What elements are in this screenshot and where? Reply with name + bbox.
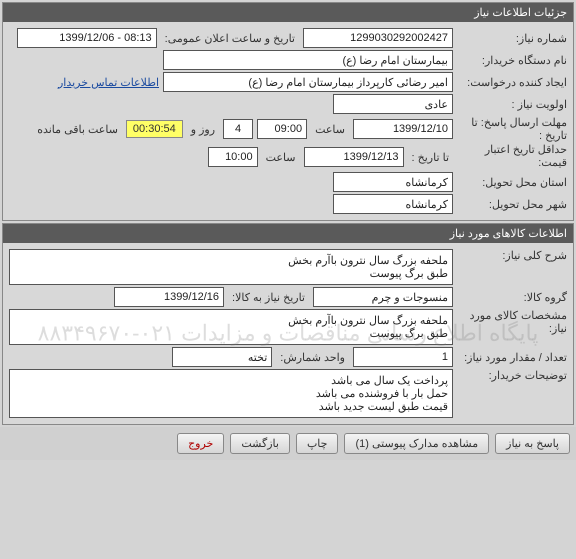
spec-value: ملحفه بزرگ سال نترون باآرم بخش طبق برگ پ…: [9, 309, 453, 345]
reply-button[interactable]: پاسخ به نیاز: [495, 433, 570, 454]
group-date-value: [114, 287, 224, 307]
panel1-title: جزئیات اطلاعات نیاز: [3, 3, 573, 22]
buyer-name-label: نام دستگاه خریدار:: [457, 54, 567, 67]
row-deadline: مهلت ارسال پاسخ: تا تاریخ : ساعت روز و 0…: [9, 116, 567, 142]
province-value: [333, 172, 453, 192]
row-qty: تعداد / مقدار مورد نیاز: واحد شمارش:: [9, 347, 567, 367]
deadline-label: مهلت ارسال پاسخ: تا تاریخ :: [457, 116, 567, 142]
deadline-saat: ساعت: [311, 123, 349, 136]
exit-button[interactable]: خروج: [177, 433, 224, 454]
row-need-number: شماره نیاز: تاریخ و ساعت اعلان عمومی:: [9, 28, 567, 48]
priority-value: [333, 94, 453, 114]
need-number-value: [303, 28, 453, 48]
panel1-body: شماره نیاز: تاریخ و ساعت اعلان عمومی: نا…: [3, 22, 573, 220]
min-validity-date: [304, 147, 404, 167]
buyer-notes-label: توضیحات خریدار:: [457, 369, 567, 382]
print-button[interactable]: چاپ: [296, 433, 339, 454]
row-city: شهر محل تحویل:: [9, 194, 567, 214]
province-label: استان محل تحویل:: [457, 176, 567, 189]
deadline-rooz: روز و: [187, 123, 219, 136]
group-label: گروه کالا:: [457, 291, 567, 304]
buyer-notes-value: پرداخت یک سال می باشد حمل بار با فروشنده…: [9, 369, 453, 418]
need-info-panel: جزئیات اطلاعات نیاز شماره نیاز: تاریخ و …: [2, 2, 574, 221]
row-priority: اولویت نیاز :: [9, 94, 567, 114]
buyer-contact-link[interactable]: اطلاعات تماس خریدار: [58, 76, 159, 89]
deadline-date: [353, 119, 453, 139]
group-value: [313, 287, 453, 307]
general-desc-label: شرح کلی نیاز:: [457, 249, 567, 262]
row-buyer-notes: توضیحات خریدار: پرداخت یک سال می باشد حم…: [9, 369, 567, 418]
deadline-days: [223, 119, 253, 139]
deadline-remaining: ساعت باقی مانده: [33, 123, 122, 136]
attachments-button[interactable]: مشاهده مدارک پیوستی (1): [344, 433, 489, 454]
row-spec: مشخصات کالای مورد نیاز: ملحفه بزرگ سال ن…: [9, 309, 567, 345]
city-value: [333, 194, 453, 214]
general-desc-value: ملحفه بزرگ سال نترون باآرم بخش طبق برگ پ…: [9, 249, 453, 285]
min-validity-label: حداقل تاریخ اعتبار قیمت:: [457, 144, 567, 170]
buyer-name-value: [163, 50, 453, 70]
goods-info-panel: اطلاعات کالاهای مورد نیاز پایگاه اطلاع ر…: [2, 223, 574, 425]
requester-value: [163, 72, 453, 92]
group-date-label: تاریخ نیاز به کالا:: [228, 291, 309, 304]
row-requester: ایجاد کننده درخواست: اطلاعات تماس خریدار: [9, 72, 567, 92]
unit-label: واحد شمارش:: [276, 351, 349, 364]
back-button[interactable]: بازگشت: [230, 433, 290, 454]
qty-value: [353, 347, 453, 367]
min-validity-ta: تا تاریخ :: [408, 151, 453, 164]
announce-label: تاریخ و ساعت اعلان عمومی:: [161, 32, 299, 45]
deadline-time: [257, 119, 307, 139]
city-label: شهر محل تحویل:: [457, 198, 567, 211]
spec-label: مشخصات کالای مورد نیاز:: [457, 309, 567, 335]
min-validity-saat: ساعت: [262, 151, 300, 164]
qty-label: تعداد / مقدار مورد نیاز:: [457, 351, 567, 364]
row-province: استان محل تحویل:: [9, 172, 567, 192]
row-general-desc: شرح کلی نیاز: ملحفه بزرگ سال نترون باآرم…: [9, 249, 567, 285]
button-bar: پاسخ به نیاز مشاهده مدارک پیوستی (1) چاپ…: [0, 427, 576, 460]
panel2-body: پایگاه اطلاع رسانی مناقصات و مزایدات ۰۲۱…: [3, 243, 573, 424]
panel2-title: اطلاعات کالاهای مورد نیاز: [3, 224, 573, 243]
row-group: گروه کالا: تاریخ نیاز به کالا:: [9, 287, 567, 307]
requester-label: ایجاد کننده درخواست:: [457, 76, 567, 89]
row-buyer-name: نام دستگاه خریدار:: [9, 50, 567, 70]
need-number-label: شماره نیاز:: [457, 32, 567, 45]
unit-value: [172, 347, 272, 367]
row-min-validity: حداقل تاریخ اعتبار قیمت: تا تاریخ : ساعت: [9, 144, 567, 170]
deadline-counter: 00:30:54: [126, 120, 183, 138]
announce-value: [17, 28, 157, 48]
min-validity-time: [208, 147, 258, 167]
priority-label: اولویت نیاز :: [457, 98, 567, 111]
